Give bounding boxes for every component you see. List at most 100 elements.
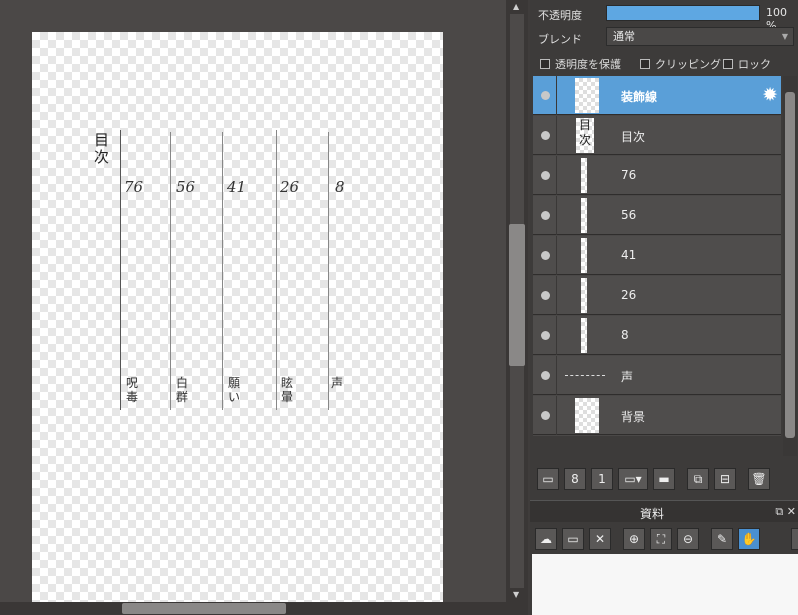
layer-thumbnail — [565, 375, 605, 376]
layer-name: 41 — [621, 248, 637, 262]
scroll-thumb[interactable] — [509, 224, 525, 366]
opacity-label: 不透明度 — [538, 9, 582, 22]
scroll-thumb[interactable] — [785, 92, 795, 438]
close-icon[interactable]: ✕ — [589, 528, 611, 550]
gear-icon[interactable]: ✹ — [762, 85, 778, 105]
panel-controls: ⧉ ✕ — [775, 505, 796, 519]
trash-icon[interactable]: 🗑 — [748, 468, 770, 490]
protect-alpha-label: 透明度を保護 — [555, 58, 621, 71]
layer-toolbar: ▭ 8 1 ▭▾ ▬ ⧉ ⊟ 🗑 — [530, 466, 798, 494]
eye-icon — [541, 91, 550, 100]
layer-name: 装飾線 — [621, 90, 658, 104]
eye-icon — [541, 131, 550, 140]
scroll-thumb[interactable] — [122, 603, 286, 614]
duplicate-layer-icon[interactable]: ⧉ — [687, 468, 709, 490]
folder-icon[interactable]: ▬ — [653, 468, 675, 490]
layer-item[interactable]: 26 — [533, 276, 781, 315]
blend-mode-value: 通常 — [613, 30, 635, 43]
app-window: 目次 76 56 41 26 8 呪毒 白群 願い 眩暈 声 ▲ ▼ 不透明度 … — [0, 0, 798, 615]
layer-list-scrollbar[interactable] — [783, 76, 797, 456]
popout-icon[interactable]: ⧉ — [775, 505, 783, 518]
visibility-toggle[interactable] — [533, 156, 557, 195]
overflow-button[interactable] — [791, 528, 798, 550]
page-number: 26 — [280, 178, 300, 196]
eye-icon — [541, 411, 550, 420]
fit-screen-icon[interactable]: ⛶ — [650, 528, 672, 550]
layer-thumbnail — [575, 398, 599, 433]
visibility-toggle[interactable] — [533, 76, 557, 115]
page-number: 76 — [124, 178, 144, 196]
layer-item[interactable]: 76 — [533, 156, 781, 195]
layer-item[interactable]: 8 — [533, 316, 781, 355]
chapter-title: 白群 — [176, 376, 189, 404]
layer-list[interactable]: 装飾線 ✹ 目次 目次 76 56 41 26 8 声 背景 — [533, 76, 781, 436]
layer-item[interactable]: 背景 — [533, 396, 781, 435]
new-layer-icon[interactable]: ▭ — [537, 468, 559, 490]
toc-title: 目次 — [94, 131, 110, 166]
merge-down-icon[interactable]: ⊟ — [714, 468, 736, 490]
decor-line — [222, 132, 223, 410]
visibility-toggle[interactable] — [533, 316, 557, 355]
page-number: 8 — [335, 178, 345, 196]
materials-view[interactable] — [532, 554, 798, 615]
page-number: 56 — [176, 178, 196, 196]
visibility-toggle[interactable] — [533, 196, 557, 235]
materials-header: 資料 ⧉ ✕ — [530, 500, 798, 522]
layer-item[interactable]: 41 — [533, 236, 781, 275]
layer-name: 目次 — [621, 130, 646, 144]
visibility-toggle[interactable] — [533, 356, 557, 395]
canvas-page[interactable]: 目次 76 56 41 26 8 呪毒 白群 願い 眩暈 声 — [32, 32, 443, 602]
layer-item[interactable]: 目次 目次 — [533, 116, 781, 155]
protect-alpha-checkbox[interactable]: 透明度を保護 — [540, 56, 621, 72]
folder-open-icon[interactable]: ▭ — [562, 528, 584, 550]
layer-thumbnail — [581, 158, 587, 193]
eye-icon — [541, 251, 550, 260]
canvas-vertical-scrollbar[interactable]: ▲ ▼ — [506, 0, 528, 602]
layer-thumbnail — [581, 238, 587, 273]
add-layer-dropdown-icon[interactable]: ▭▾ — [618, 468, 648, 490]
checkbox-box — [540, 59, 550, 69]
eyedropper-icon[interactable]: ✎ — [711, 528, 733, 550]
layer-thumbnail — [575, 78, 599, 113]
chapter-title: 眩暈 — [281, 376, 294, 404]
clipping-checkbox[interactable]: クリッピング — [640, 56, 721, 72]
opacity-slider[interactable] — [606, 5, 760, 21]
eye-icon — [541, 371, 550, 380]
chevron-down-icon: ▼ — [781, 32, 788, 41]
hand-icon[interactable]: ✋ — [738, 528, 760, 550]
eye-icon — [541, 211, 550, 220]
page-number: 41 — [227, 178, 247, 196]
layer-item[interactable]: 声 — [533, 356, 781, 395]
new-1bit-layer-icon[interactable]: 1 — [591, 468, 613, 490]
eye-icon — [541, 171, 550, 180]
materials-title: 資料 — [640, 507, 665, 521]
blend-mode-select[interactable]: 通常 ▼ — [606, 27, 794, 46]
layer-thumbnail — [581, 318, 587, 353]
scroll-up-icon[interactable]: ▲ — [513, 2, 519, 12]
scroll-down-icon[interactable]: ▼ — [513, 590, 519, 600]
lock-checkbox[interactable]: ロック — [723, 56, 771, 72]
canvas-horizontal-scrollbar[interactable] — [0, 602, 528, 615]
decor-line — [120, 130, 121, 410]
layer-thumbnail: 目次 — [576, 118, 594, 153]
zoom-in-icon[interactable]: ⊕ — [623, 528, 645, 550]
zoom-out-icon[interactable]: ⊖ — [677, 528, 699, 550]
canvas-viewport[interactable]: 目次 76 56 41 26 8 呪毒 白群 願い 眩暈 声 — [0, 0, 506, 602]
decor-line — [276, 130, 277, 410]
cloud-download-icon[interactable]: ☁ — [535, 528, 557, 550]
lock-label: ロック — [738, 58, 771, 71]
clipping-label: クリッピング — [655, 58, 721, 71]
eye-icon — [541, 331, 550, 340]
layer-item[interactable]: 56 — [533, 196, 781, 235]
decor-line — [328, 132, 329, 410]
visibility-toggle[interactable] — [533, 116, 557, 155]
chapter-title: 呪毒 — [126, 376, 139, 404]
visibility-toggle[interactable] — [533, 276, 557, 315]
visibility-toggle[interactable] — [533, 236, 557, 275]
new-8bit-layer-icon[interactable]: 8 — [564, 468, 586, 490]
layer-name: 声 — [621, 370, 634, 384]
checkbox-box — [640, 59, 650, 69]
visibility-toggle[interactable] — [533, 396, 557, 435]
close-icon[interactable]: ✕ — [787, 505, 796, 518]
layer-item[interactable]: 装飾線 ✹ — [533, 76, 781, 115]
